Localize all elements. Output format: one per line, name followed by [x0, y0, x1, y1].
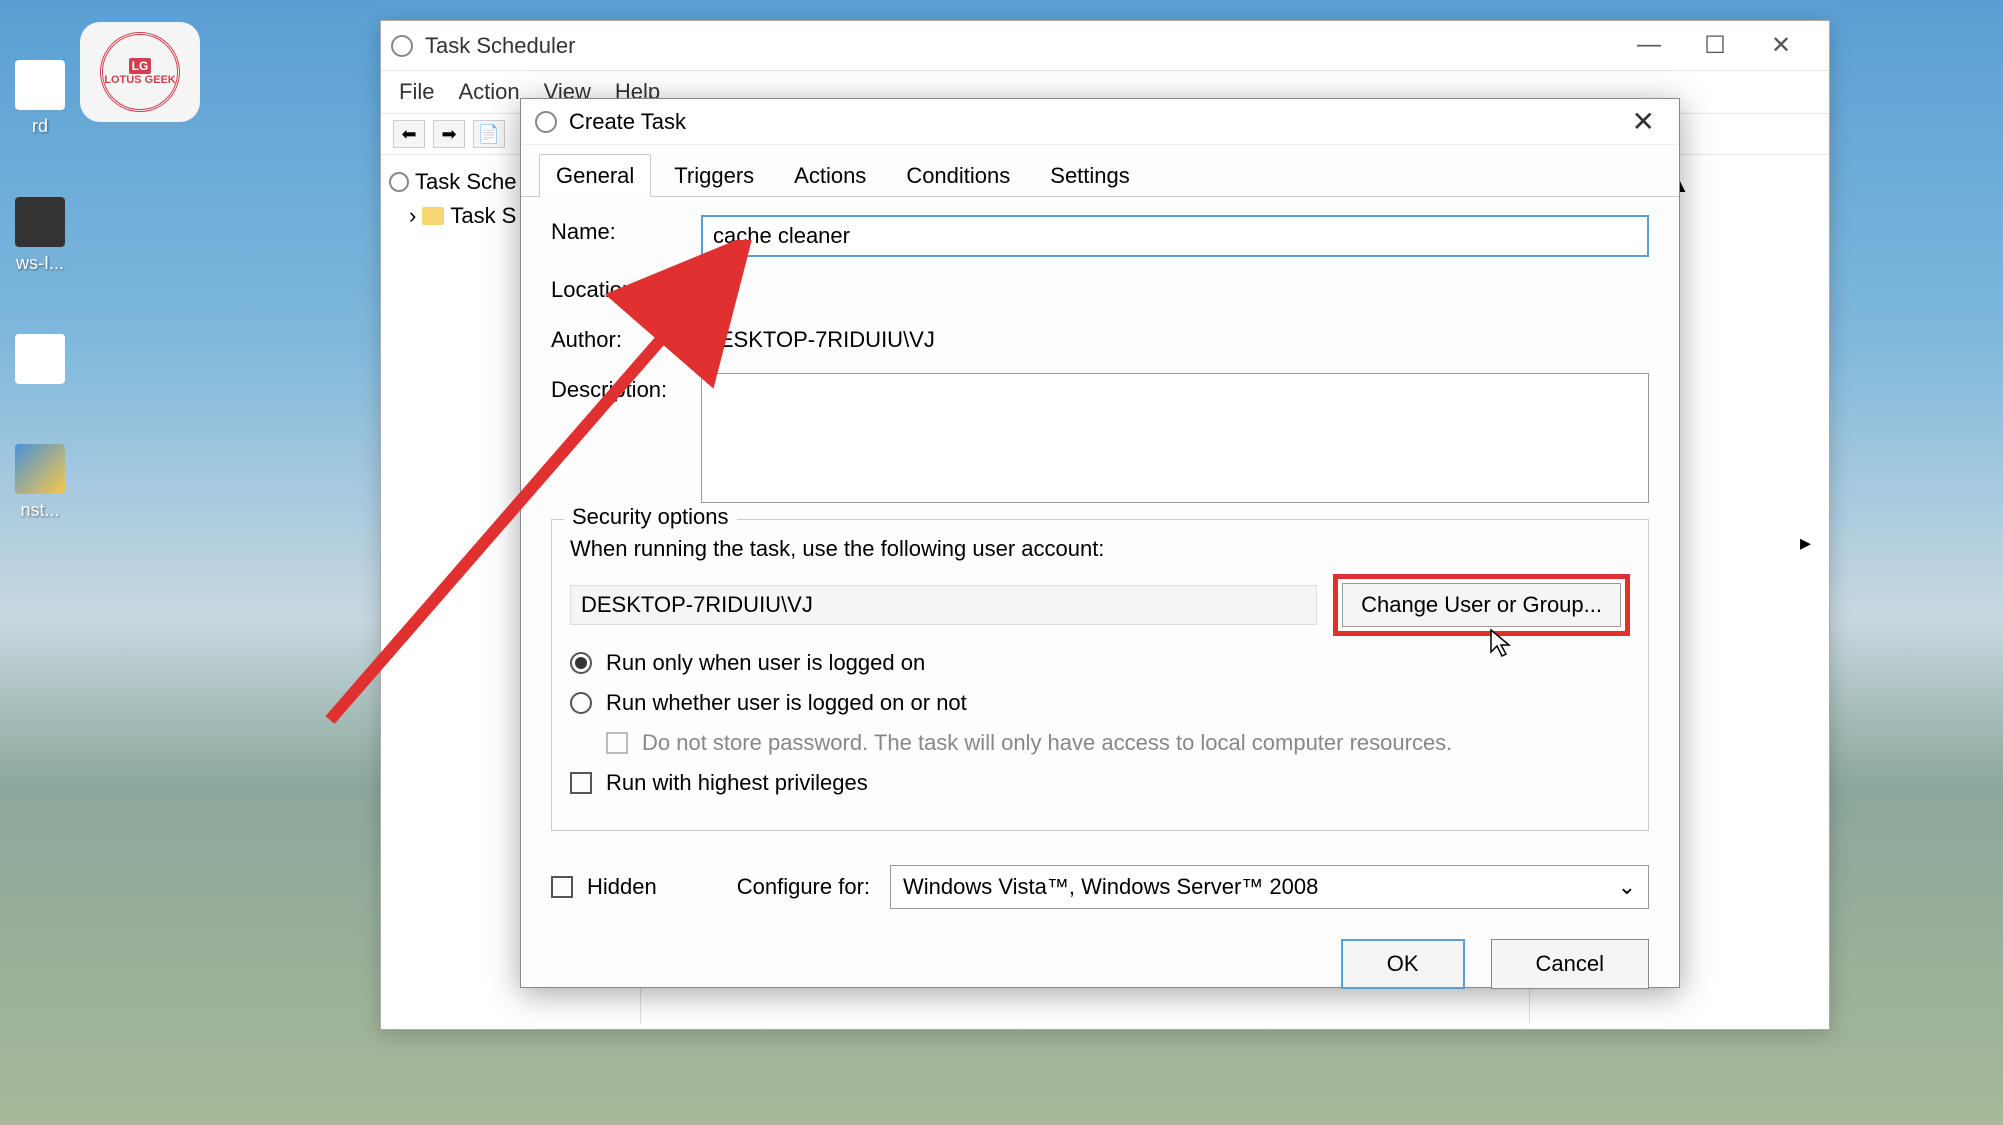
close-button[interactable]: ✕ [1622, 105, 1665, 138]
radio-icon [570, 652, 592, 674]
author-label: Author: [551, 323, 681, 353]
tab-label: Conditions [906, 163, 1010, 188]
security-text: When running the task, use the following… [570, 536, 1630, 562]
checkbox-icon [570, 772, 592, 794]
checkbox-hidden[interactable]: Hidden [551, 874, 657, 900]
close-button[interactable]: ✕ [1763, 31, 1799, 60]
dialog-title: Create Task [569, 109, 1622, 135]
tab-label: Settings [1050, 163, 1130, 188]
description-input[interactable] [701, 373, 1649, 503]
name-input[interactable] [701, 215, 1649, 257]
radio-label: Run whether user is logged on or not [606, 690, 967, 716]
minimize-button[interactable]: — [1631, 31, 1667, 60]
group-legend: Security options [564, 504, 737, 530]
description-label: Description: [551, 373, 681, 403]
desktop-icon-label: rd [32, 116, 48, 136]
change-user-button[interactable]: Change User or Group... [1342, 583, 1621, 627]
radio-run-logged-on[interactable]: Run only when user is logged on [570, 650, 1630, 676]
desktop-icon[interactable] [0, 334, 80, 384]
maximize-button[interactable]: ☐ [1697, 31, 1733, 60]
tab-triggers[interactable]: Triggers [657, 154, 771, 197]
tab-actions[interactable]: Actions [777, 154, 883, 197]
configure-for-label: Configure for: [737, 874, 870, 900]
clock-icon [391, 35, 413, 57]
ok-button[interactable]: OK [1341, 939, 1465, 989]
tab-label: Actions [794, 163, 866, 188]
file-icon [15, 60, 65, 110]
create-task-dialog: Create Task ✕ General Triggers Actions C… [520, 98, 1680, 988]
checkbox-label: Hidden [587, 874, 657, 900]
clock-icon [389, 172, 409, 192]
checkbox-label: Do not store password. The task will onl… [642, 730, 1452, 756]
shield-icon [15, 444, 65, 494]
tab-general[interactable]: General [539, 154, 651, 197]
titlebar[interactable]: Task Scheduler — ☐ ✕ [381, 21, 1829, 71]
radio-icon [570, 692, 592, 714]
checkbox-label: Run with highest privileges [606, 770, 868, 796]
desktop-icon[interactable]: ws-I... [0, 197, 80, 274]
forward-button[interactable]: ➡ [433, 120, 465, 148]
checkbox-highest-privileges[interactable]: Run with highest privileges [570, 770, 1630, 796]
desktop-icon[interactable]: nst... [0, 444, 80, 521]
folder-icon [422, 207, 444, 225]
tab-conditions[interactable]: Conditions [889, 154, 1027, 197]
annotation-highlight: Change User or Group... [1333, 574, 1630, 636]
file-icon [15, 334, 65, 384]
window-title: Task Scheduler [425, 33, 1631, 59]
menu-action[interactable]: Action [458, 79, 519, 105]
checkbox-icon [551, 876, 573, 898]
dialog-titlebar[interactable]: Create Task ✕ [521, 99, 1679, 145]
logo-badge: LG LOTUS GEEK [80, 22, 200, 122]
security-options-group: Security options When running the task, … [551, 519, 1649, 831]
tabs: General Triggers Actions Conditions Sett… [521, 145, 1679, 197]
expand-icon[interactable]: › [409, 203, 416, 229]
desktop-icons: rd ws-I... nst... [0, 0, 90, 521]
tab-settings[interactable]: Settings [1033, 154, 1147, 197]
file-icon [15, 197, 65, 247]
location-label: Location: [551, 273, 681, 303]
radio-run-always[interactable]: Run whether user is logged on or not [570, 690, 1630, 716]
back-button[interactable]: ⬅ [393, 120, 425, 148]
location-value: \ [701, 273, 1649, 307]
up-button[interactable]: 📄 [473, 120, 505, 148]
checkbox-icon [606, 732, 628, 754]
cancel-button[interactable]: Cancel [1491, 939, 1649, 989]
checkbox-no-store-password: Do not store password. The task will onl… [570, 730, 1630, 756]
tree-item-label: Task Sche [415, 169, 517, 195]
author-value: DESKTOP-7RIDUIU\VJ [701, 323, 1649, 357]
logo-text: LOTUS GEEK [104, 74, 176, 86]
radio-label: Run only when user is logged on [606, 650, 925, 676]
clock-icon [535, 111, 557, 133]
tree-item-label: Task S [450, 203, 516, 229]
desktop-icon-label: ws-I... [16, 253, 64, 273]
tab-label: Triggers [674, 163, 754, 188]
name-label: Name: [551, 215, 681, 245]
desktop-icon-label: nst... [20, 500, 59, 520]
user-account-value: DESKTOP-7RIDUIU\VJ [570, 585, 1317, 625]
configure-for-select[interactable]: Windows Vista™, Windows Server™ 2008 ⌄ [890, 865, 1649, 909]
select-value: Windows Vista™, Windows Server™ 2008 [903, 874, 1318, 900]
chevron-down-icon: ⌄ [1618, 874, 1636, 900]
tab-label: General [556, 163, 634, 188]
desktop-icon[interactable]: rd [0, 60, 80, 137]
menu-file[interactable]: File [399, 79, 434, 105]
